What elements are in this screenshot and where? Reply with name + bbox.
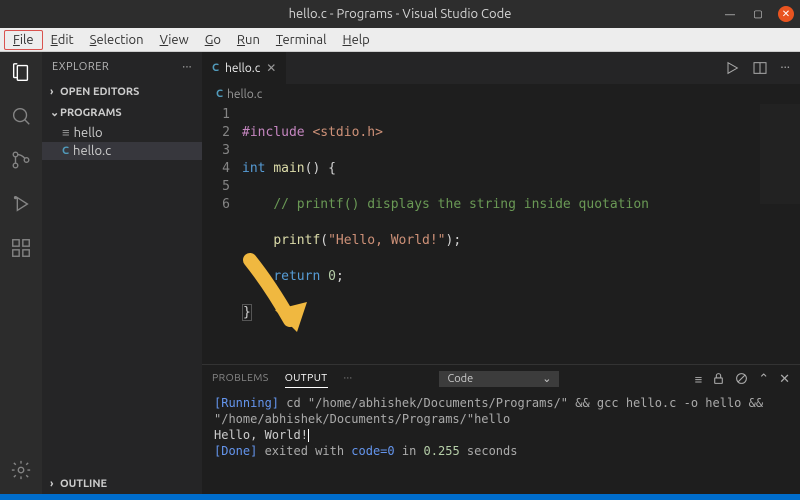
maximize-button[interactable]: ▢ xyxy=(750,6,766,22)
output-body[interactable]: [Running] cd "/home/abhishek/Documents/P… xyxy=(202,393,800,494)
sidebar-title: EXPLORER xyxy=(52,61,109,73)
tabs-row: C hello.c ✕ ··· xyxy=(202,52,800,84)
chevron-up-icon[interactable]: ⌃ xyxy=(758,372,769,387)
file-item-hello-c[interactable]: C hello.c xyxy=(42,142,202,160)
menu-selection[interactable]: Selection xyxy=(82,31,152,49)
window-title: hello.c - Programs - Visual Studio Code xyxy=(8,7,792,21)
c-file-icon: C xyxy=(62,145,69,157)
code-content[interactable]: #include <stdio.h> int main() { // print… xyxy=(242,104,800,364)
editor-actions: ··· xyxy=(724,60,800,76)
menu-help[interactable]: Help xyxy=(335,31,378,49)
search-icon[interactable] xyxy=(9,104,33,128)
sidebar-header: EXPLORER ··· xyxy=(42,52,202,82)
panel-actions: ≡ ⌃ ✕ xyxy=(695,372,790,387)
workspace-section[interactable]: ⌄PROGRAMS xyxy=(42,102,202,123)
tab-problems[interactable]: PROBLEMS xyxy=(212,371,269,387)
file-item-hello[interactable]: ≡ hello xyxy=(42,123,202,142)
c-file-icon: C xyxy=(216,88,223,100)
minimize-button[interactable]: — xyxy=(722,6,738,22)
open-editors-section[interactable]: ›OPEN EDITORS xyxy=(42,82,202,102)
source-control-icon[interactable] xyxy=(9,148,33,172)
menu-go[interactable]: Go xyxy=(197,31,229,49)
main-area: EXPLORER ··· ›OPEN EDITORS ⌄PROGRAMS ≡ h… xyxy=(0,52,800,494)
activity-bar xyxy=(0,52,42,494)
panel-tabs: PROBLEMS OUTPUT ··· Code ≡ ⌃ ✕ xyxy=(202,365,800,393)
debug-icon[interactable] xyxy=(9,192,33,216)
extensions-icon[interactable] xyxy=(9,236,33,260)
editor-more-icon[interactable]: ··· xyxy=(780,60,790,76)
menu-edit[interactable]: Edit xyxy=(43,31,82,49)
settings-icon[interactable] xyxy=(9,458,33,482)
lock-icon[interactable] xyxy=(712,372,725,387)
menu-run[interactable]: Run xyxy=(229,31,268,49)
files-icon[interactable] xyxy=(9,60,33,84)
menu-view[interactable]: View xyxy=(152,31,197,49)
line-gutter: 1 2 3 4 5 6 xyxy=(202,104,242,364)
titlebar: hello.c - Programs - Visual Studio Code … xyxy=(0,0,800,28)
tab-more[interactable]: ··· xyxy=(344,371,353,387)
close-button[interactable]: ✕ xyxy=(778,6,794,22)
sidebar-more-icon[interactable]: ··· xyxy=(182,61,192,73)
status-bar[interactable] xyxy=(0,494,800,500)
breadcrumb[interactable]: C hello.c xyxy=(202,84,800,104)
menu-file[interactable]: File xyxy=(4,30,43,50)
window-controls: — ▢ ✕ xyxy=(722,6,794,22)
c-file-icon: C xyxy=(212,62,219,74)
tab-hello-c[interactable]: C hello.c ✕ xyxy=(202,52,287,84)
minimap[interactable] xyxy=(760,104,800,204)
close-tab-icon[interactable]: ✕ xyxy=(266,61,276,75)
editor-area: C hello.c ✕ ··· C hello.c 1 2 3 4 5 6 xyxy=(202,52,800,494)
output-channel-select[interactable]: Code xyxy=(439,371,559,387)
tab-label: hello.c xyxy=(225,62,260,75)
filter-icon[interactable]: ≡ xyxy=(695,372,703,387)
close-panel-icon[interactable]: ✕ xyxy=(779,372,790,387)
bottom-panel: PROBLEMS OUTPUT ··· Code ≡ ⌃ ✕ [Running]… xyxy=(202,364,800,494)
binary-file-icon: ≡ xyxy=(62,125,70,140)
file-name: hello xyxy=(74,126,103,140)
editor[interactable]: 1 2 3 4 5 6 #include <stdio.h> int main(… xyxy=(202,104,800,364)
sidebar: EXPLORER ··· ›OPEN EDITORS ⌄PROGRAMS ≡ h… xyxy=(42,52,202,494)
file-name: hello.c xyxy=(73,144,111,158)
tab-output[interactable]: OUTPUT xyxy=(285,371,328,388)
run-icon[interactable] xyxy=(724,60,740,76)
breadcrumb-label: hello.c xyxy=(227,88,262,101)
menu-terminal[interactable]: Terminal xyxy=(268,31,335,49)
clear-icon[interactable] xyxy=(735,372,748,387)
split-editor-icon[interactable] xyxy=(752,60,768,76)
outline-section[interactable]: ›OUTLINE xyxy=(42,474,202,494)
menubar: File Edit Selection View Go Run Terminal… xyxy=(0,28,800,52)
